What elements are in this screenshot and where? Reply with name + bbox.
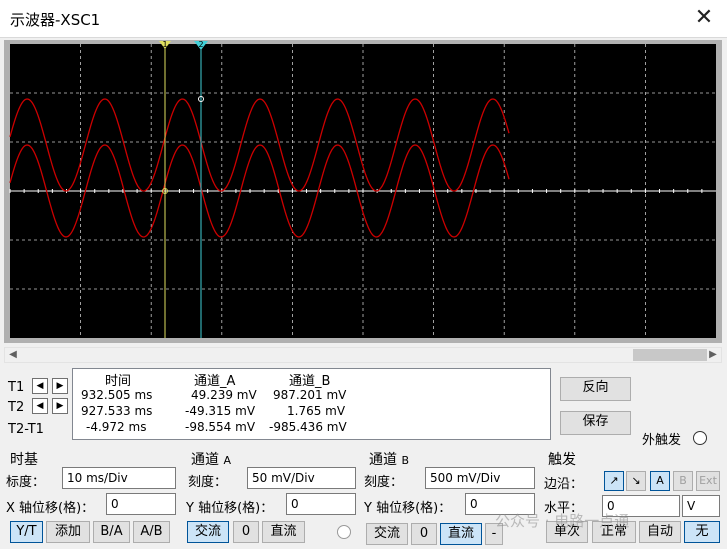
- t1-right-arrow-icon[interactable]: ▶: [52, 378, 68, 394]
- diff-channel-a: -98.554 mV: [185, 420, 256, 434]
- title-bar: 示波器-XSC1 ✕: [0, 0, 727, 38]
- edge-falling-icon[interactable]: ↘: [626, 471, 646, 491]
- channel-b-header-text: 通道: [369, 452, 397, 468]
- trigger-auto-button[interactable]: 自动: [639, 521, 681, 543]
- mode-ab-button[interactable]: A/B: [133, 521, 170, 543]
- channel-a-ypos-label: Y 轴位移(格)：: [186, 501, 274, 516]
- mode-ba-button[interactable]: B/A: [93, 521, 130, 543]
- channel-b-ac-button[interactable]: 交流: [366, 523, 408, 545]
- timebase-xpos-label: X 轴位移(格)：: [6, 501, 95, 516]
- trigger-level-unit[interactable]: V: [682, 495, 720, 517]
- channel-b-scale-field[interactable]: 500 mV/Div: [425, 467, 535, 489]
- t2-time: 927.533 ms: [81, 404, 153, 418]
- diff-time: -4.972 ms: [86, 420, 147, 434]
- timebase-scale-field[interactable]: 10 ms/Div: [62, 467, 176, 489]
- trigger-header: 触发: [548, 452, 576, 468]
- t2-channel-a: -49.315 mV: [185, 404, 256, 418]
- channel-a-radio-icon[interactable]: [337, 525, 351, 539]
- t2-right-arrow-icon[interactable]: ▶: [52, 398, 68, 414]
- trigger-source-b-button[interactable]: B: [673, 471, 693, 491]
- scope-display[interactable]: 1 2: [4, 40, 722, 343]
- channel-a-zero-button[interactable]: 0: [233, 521, 259, 543]
- header-time: 时间: [105, 374, 132, 389]
- scroll-left-icon[interactable]: ◀: [5, 348, 21, 362]
- channel-a-ypos-field[interactable]: 0: [286, 493, 356, 515]
- header-channel-a: 通道_A: [194, 374, 236, 389]
- channel-a-dc-button[interactable]: 直流: [262, 521, 305, 543]
- mode-add-button[interactable]: 添加: [46, 521, 90, 543]
- diff-channel-b: -985.436 mV: [269, 420, 347, 434]
- trigger-source-ext-button[interactable]: Ext: [696, 471, 720, 491]
- channel-a-scale-field[interactable]: 50 mV/Div: [247, 467, 356, 489]
- save-button[interactable]: 保存: [560, 411, 631, 435]
- t2-left-arrow-icon[interactable]: ◀: [32, 398, 48, 414]
- t1-channel-b: 987.201 mV: [273, 388, 347, 402]
- cursor-diff-text: T2-T1: [8, 422, 44, 437]
- channel-a-header-text: 通道: [191, 452, 219, 468]
- channel-b-scale-label: 刻度：: [364, 475, 404, 490]
- trigger-edge-label: 边沿：: [544, 477, 584, 492]
- ext-trigger-label: 外触发: [642, 433, 682, 448]
- scroll-right-icon[interactable]: ▶: [705, 348, 721, 362]
- cursor-controls: T1 ◀ ▶ T2 ◀ ▶ T2-T1: [4, 368, 70, 440]
- t1-time: 932.505 ms: [81, 388, 153, 402]
- channel-a-header-suffix: A: [223, 454, 231, 467]
- channel-b-ypos-label: Y 轴位移(格)：: [364, 501, 452, 516]
- channel-b-header-suffix: B: [401, 454, 409, 467]
- timebase-xpos-field[interactable]: 0: [106, 493, 176, 515]
- trigger-none-button[interactable]: 无: [684, 521, 720, 543]
- cursor-t1-label: 1: [162, 40, 167, 49]
- cursor-t1-text: T1: [8, 380, 25, 395]
- t1-left-arrow-icon[interactable]: ◀: [32, 378, 48, 394]
- timebase-scale-label: 标度：: [6, 475, 46, 490]
- t2-channel-b: 1.765 mV: [287, 404, 346, 418]
- channel-a-scale-label: 刻度：: [188, 475, 228, 490]
- t1-channel-a: 49.239 mV: [191, 388, 257, 402]
- window-title: 示波器-XSC1: [10, 11, 101, 29]
- mode-yt-button[interactable]: Y/T: [10, 521, 43, 543]
- measurement-readout: 时间 通道_A 通道_B 932.505 ms 49.239 mV 987.20…: [72, 368, 551, 440]
- reverse-button[interactable]: 反向: [560, 377, 631, 401]
- channel-a-header: 通道 A: [191, 449, 231, 469]
- header-channel-b: 通道_B: [289, 374, 331, 389]
- edge-rising-icon[interactable]: ↗: [604, 471, 624, 491]
- close-icon[interactable]: ✕: [689, 4, 719, 34]
- channel-b-header: 通道 B: [369, 449, 409, 469]
- scroll-thumb[interactable]: [633, 349, 707, 361]
- cursor-t2-label: 2: [198, 40, 203, 49]
- ext-trigger-radio[interactable]: [693, 431, 707, 445]
- channel-b-zero-button[interactable]: 0: [411, 523, 437, 545]
- trigger-source-a-button[interactable]: A: [650, 471, 670, 491]
- timebase-header: 时基: [10, 452, 38, 468]
- channel-a-ac-button[interactable]: 交流: [187, 521, 229, 543]
- cursor-t2-text: T2: [8, 400, 25, 415]
- horizontal-scrollbar[interactable]: ◀ ▶: [4, 347, 722, 363]
- channel-b-dc-button[interactable]: 直流: [440, 523, 482, 545]
- oscilloscope-screen[interactable]: 1 2: [4, 40, 722, 343]
- watermark: 公众号 · 电路一点通: [495, 512, 630, 530]
